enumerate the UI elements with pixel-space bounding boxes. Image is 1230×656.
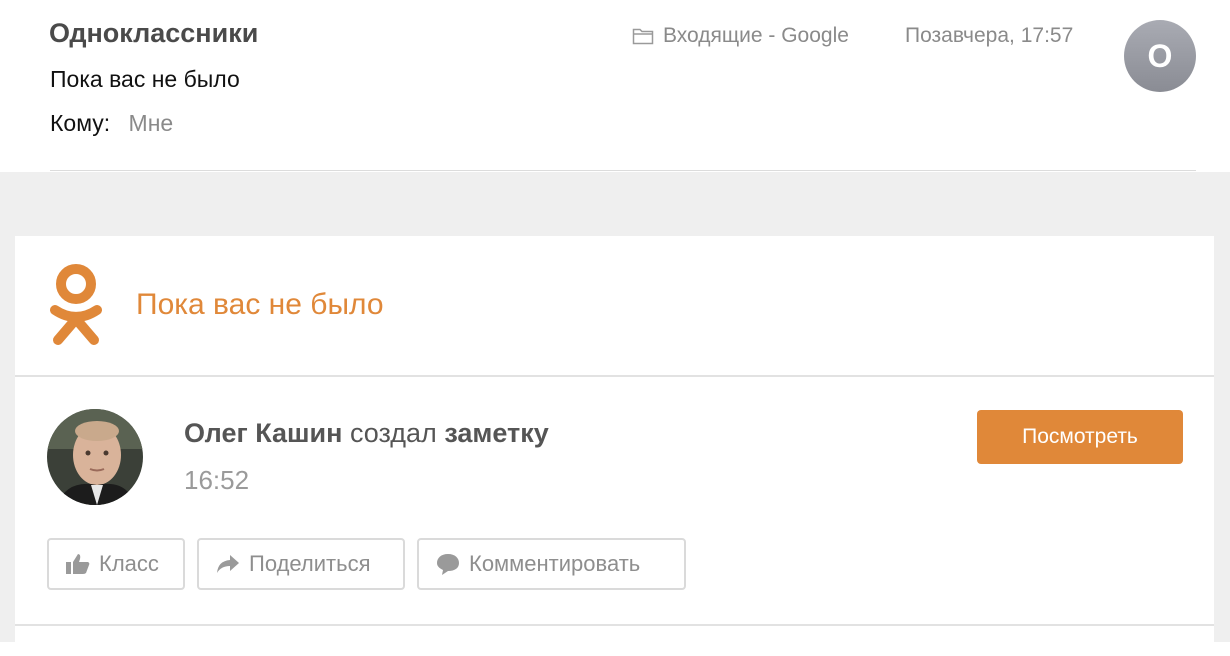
activity-time: 16:52 <box>184 465 250 495</box>
header-divider <box>50 170 1196 171</box>
email-body: Пока вас не было Олег Кашин создал замет… <box>0 172 1230 656</box>
notification-card: Пока вас не было Олег Кашин создал замет… <box>15 236 1214 656</box>
card-title[interactable]: Пока вас не было <box>136 288 384 322</box>
email-date: Позавчера, 17:57 <box>905 24 1074 47</box>
folder-name: Входящие - Google <box>663 24 849 47</box>
recipient-label: Кому: <box>50 110 111 136</box>
like-button[interactable]: Класс <box>47 538 185 590</box>
card-divider <box>15 375 1214 377</box>
share-label: Поделиться <box>249 551 371 576</box>
comment-bubble-icon <box>437 554 459 575</box>
comment-label: Комментировать <box>469 551 641 576</box>
share-arrow-icon <box>217 555 239 573</box>
share-button[interactable]: Поделиться <box>197 538 405 590</box>
view-button[interactable]: Посмотреть <box>977 410 1183 464</box>
sender-name[interactable]: Одноклассники <box>49 18 258 49</box>
mail-folder[interactable]: Входящие - Google <box>632 24 849 48</box>
user-photo-image <box>47 409 143 505</box>
like-label: Класс <box>99 551 159 576</box>
recipient-row: Кому: Мне <box>50 110 173 137</box>
object-link[interactable]: заметку <box>444 418 548 448</box>
user-avatar[interactable] <box>47 409 143 505</box>
thumbs-up-icon <box>66 554 90 574</box>
recipient-value[interactable]: Мне <box>129 110 174 136</box>
action-verb: создал <box>349 418 437 448</box>
odnoklassniki-logo-icon[interactable] <box>49 262 103 352</box>
folder-icon <box>632 28 654 45</box>
user-name-link[interactable]: Олег Кашин <box>184 418 342 448</box>
sender-avatar[interactable]: O <box>1124 20 1196 92</box>
email-subject: Пока вас не было <box>50 66 240 92</box>
bottom-divider <box>15 624 1214 626</box>
activity-text: Олег Кашин создал заметку <box>184 418 549 449</box>
email-header: Одноклассники Пока вас не было Кому: Мне… <box>0 0 1230 172</box>
comment-button[interactable]: Комментировать <box>417 538 686 590</box>
